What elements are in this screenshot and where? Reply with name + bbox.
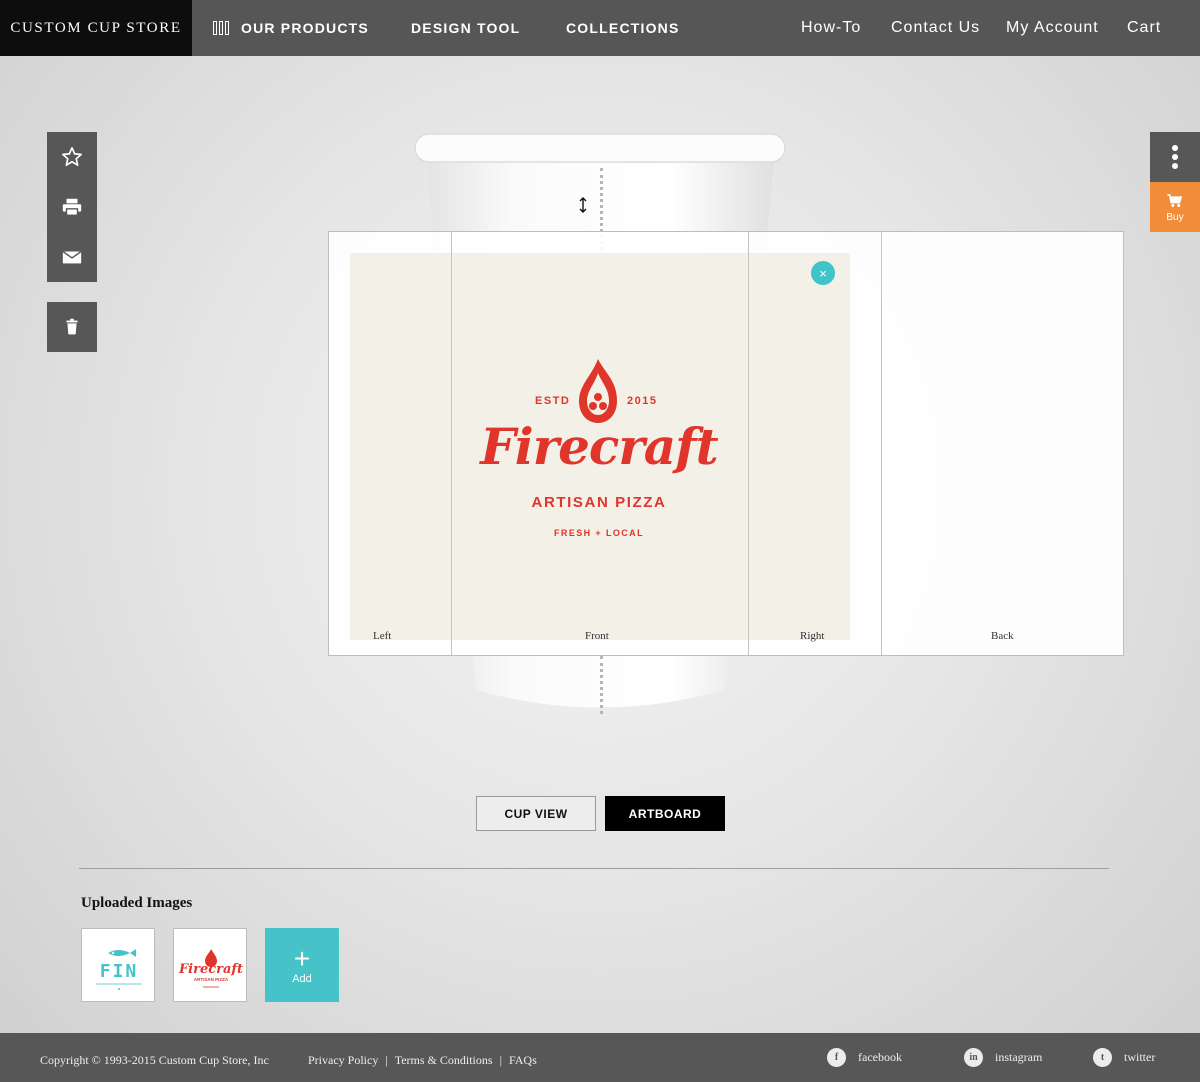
svg-text:ARTISAN PIZZA: ARTISAN PIZZA [194,977,229,982]
add-image-label: Add [292,973,312,985]
add-image-button[interactable]: + Add [265,928,339,1002]
uploaded-images-title: Uploaded Images [81,895,193,911]
panel-label-right: Right [800,630,825,642]
brand-logo[interactable]: CUSTOM CUP STORE [0,0,192,56]
section-divider [79,868,1109,869]
copyright-text: Copyright © 1993-2015 Custom Cup Store, … [40,1053,269,1067]
footer-separator: | [385,1053,388,1067]
social-instagram[interactable]: in instagram [964,1048,1042,1067]
uploaded-image-firecraft[interactable]: Firecraft ARTISAN PIZZA [173,928,247,1002]
top-navigation: CUSTOM CUP STORE OUR PRODUCTS DESIGN TOO… [0,0,1200,56]
remove-image-button[interactable]: × [811,261,835,285]
footer-link-privacy[interactable]: Privacy Policy [308,1053,378,1068]
panel-divider [881,232,882,655]
nav-my-account[interactable]: My Account [1006,0,1099,56]
plus-icon: + [293,943,311,974]
close-icon: × [819,265,827,281]
uploaded-image-fin[interactable]: FIN [81,928,155,1002]
social-twitter-label: twitter [1124,1050,1156,1064]
social-facebook-label: facebook [858,1050,902,1064]
twitter-icon: t [1093,1048,1112,1067]
artboard[interactable]: ESTD 2015 Firecraft ARTISAN PIZZA FRESH … [328,231,1124,656]
nav-cart[interactable]: Cart [1127,0,1161,56]
logo-tagline: FRESH + LOCAL [554,528,644,538]
firecraft-logo[interactable]: ESTD 2015 Firecraft ARTISAN PIZZA FRESH … [480,357,719,542]
flame-icon [579,359,617,423]
footer-link-terms[interactable]: Terms & Conditions [395,1053,493,1068]
panel-label-left: Left [373,630,392,642]
print-button[interactable] [47,182,97,232]
buy-label: Buy [1166,211,1184,223]
footer: Copyright © 1993-2015 Custom Cup Store, … [0,1033,1200,1082]
footer-separator: | [499,1053,502,1067]
fin-logo-thumbnail: FIN [96,949,142,990]
logo-estd: ESTD [535,395,571,407]
panel-label-back: Back [991,630,1014,642]
svg-text:FIN: FIN [100,961,139,982]
trash-icon [66,318,78,335]
logo-wordmark: Firecraft [480,417,718,476]
artboard-button[interactable]: ARTBOARD [605,796,725,831]
panel-divider [748,232,749,655]
resize-vertical-icon[interactable] [578,197,588,213]
cart-icon [1167,193,1183,207]
delete-button[interactable] [47,302,97,352]
nav-our-products-label: OUR PRODUCTS [241,20,369,36]
facebook-icon: f [827,1048,846,1067]
printer-icon [62,198,82,216]
products-grid-icon [213,21,229,35]
social-twitter[interactable]: t twitter [1093,1048,1155,1067]
nav-design-tool[interactable]: DESIGN TOOL [411,0,520,56]
firecraft-logo-thumbnail: Firecraft ARTISAN PIZZA [178,949,243,988]
panel-label-front: Front [585,630,609,642]
nav-collections[interactable]: COLLECTIONS [566,0,680,56]
nav-how-to[interactable]: How-To [801,0,861,56]
more-options-button[interactable] [1150,132,1200,182]
email-button[interactable] [47,232,97,282]
social-facebook[interactable]: f facebook [827,1048,902,1067]
nav-our-products[interactable]: OUR PRODUCTS [213,0,369,56]
footer-links: Privacy Policy | Terms & Conditions | FA… [308,1053,537,1068]
nav-contact-us[interactable]: Contact Us [891,0,980,56]
cup-view-button[interactable]: CUP VIEW [476,796,596,831]
panel-divider [451,232,452,655]
logo-subtitle: ARTISAN PIZZA [531,494,667,511]
svg-text:Firecraft: Firecraft [178,962,243,977]
mail-icon [62,250,82,264]
center-guide-bottom [600,656,603,714]
more-vertical-icon [1172,145,1178,169]
linkedin-icon: in [964,1048,983,1067]
star-icon [62,147,82,166]
favorite-button[interactable] [47,132,97,182]
footer-link-faqs[interactable]: FAQs [509,1053,537,1068]
social-instagram-label: instagram [995,1050,1043,1064]
buy-button[interactable]: Buy [1150,182,1200,232]
logo-year: 2015 [627,395,658,407]
